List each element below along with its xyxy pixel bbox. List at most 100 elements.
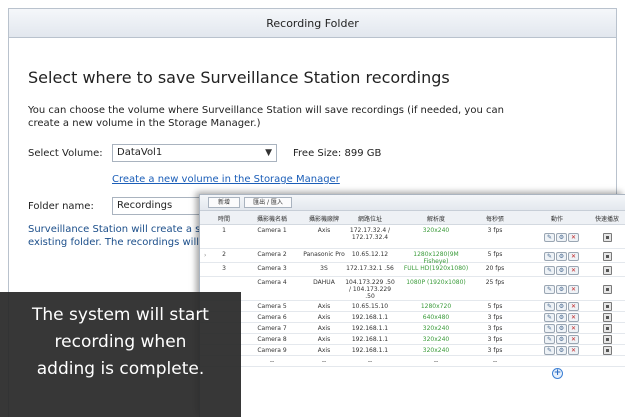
table-cell-name: Camera 9 — [257, 347, 287, 354]
volume-select[interactable]: DataVol1 ▼ — [112, 144, 277, 162]
table-row[interactable]: Camera 5 Axis 10.65.15.10 1280x720 5 fps ✎ ⚙ ✕ — [200, 301, 625, 312]
settings-icon[interactable]: ⚙ — [556, 232, 567, 242]
table-row[interactable]: Camera 6 Axis 192.168.1.1 640x480 3 fps ✎ ⚙ ✕ — [200, 312, 625, 323]
delete-icon[interactable]: ✕ — [568, 313, 579, 322]
table-cell-fps: 3 fps — [487, 336, 503, 343]
table-cell-brand: Axis — [317, 347, 331, 354]
table-cell-fps: 3 fps — [487, 314, 503, 321]
table-row[interactable]: 1 Camera 1 Axis 172.17.32.4 / 172.17.32.4 32… — [200, 225, 625, 249]
quick-play-icon[interactable] — [603, 346, 612, 355]
edit-icon[interactable]: ✎ — [544, 251, 555, 261]
table-cell-brand: Axis — [317, 314, 331, 321]
edit-icon[interactable]: ✎ — [544, 302, 555, 311]
table-cell-name: Camera 7 — [257, 325, 287, 332]
settings-icon[interactable]: ⚙ — [556, 335, 567, 344]
caption-overlay: The system will start recording when add… — [0, 292, 241, 417]
table-cell-brand: DAHUA — [313, 279, 335, 286]
delete-icon[interactable]: ✕ — [568, 284, 579, 294]
table-cell-name: Camera 8 — [257, 336, 287, 343]
table-cell-id: 1 — [222, 227, 226, 234]
add-button[interactable]: 新增 — [208, 197, 240, 208]
delete-icon[interactable]: ✕ — [568, 346, 579, 355]
add-row-icon[interactable]: + — [552, 368, 563, 379]
edit-icon[interactable]: ✎ — [544, 232, 555, 242]
edit-icon[interactable]: ✎ — [544, 335, 555, 344]
delete-icon[interactable]: ✕ — [568, 251, 579, 261]
edit-icon[interactable]: ✎ — [544, 324, 555, 333]
quick-play-icon[interactable] — [603, 313, 612, 322]
table-cell-name: Camera 5 — [257, 303, 287, 310]
quick-play-icon[interactable] — [603, 324, 612, 333]
info-note-line: existing folder. The recordings will be — [28, 237, 203, 248]
column-header[interactable]: 攝影機廠牌 — [299, 214, 349, 223]
table-cell-res: FULL HD(1920x1080) — [403, 265, 469, 272]
table-cell-name: Camera 1 — [257, 227, 287, 234]
dialog-title: Recording Folder — [9, 9, 616, 38]
table-cell-res: 1080P (1920x1080) — [406, 279, 466, 286]
column-header[interactable]: 每秒張 — [470, 214, 520, 223]
settings-icon[interactable]: ⚙ — [556, 284, 567, 294]
quick-play-icon[interactable] — [603, 265, 612, 275]
column-header[interactable]: 快速播放 — [582, 214, 625, 223]
table-cell-id: 3 — [222, 265, 226, 272]
table-cell-brand: Axis — [317, 336, 331, 343]
edit-icon[interactable]: ✎ — [544, 346, 555, 355]
delete-icon[interactable]: ✕ — [568, 232, 579, 242]
folder-name-label: Folder name: — [28, 201, 94, 212]
quick-play-icon[interactable] — [603, 251, 612, 261]
table-cell-res: 320x240 — [422, 336, 450, 343]
row-actions: ✎ ⚙ ✕ — [544, 335, 579, 344]
info-note-line: Surveillance Station will create a sha — [28, 224, 203, 235]
settings-icon[interactable]: ⚙ — [556, 346, 567, 355]
table-row[interactable]: › 2 Camera 2 Panasonic Pro 10.65.12.12 1280x1… — [200, 249, 625, 265]
list-toolbar: 新增 匯出 / 匯入 — [200, 195, 625, 211]
table-cell-brand: -- — [321, 358, 327, 365]
delete-icon[interactable]: ✕ — [568, 335, 579, 344]
quick-play-icon[interactable] — [603, 335, 612, 344]
table-cell-fps: 5 fps — [487, 251, 503, 258]
quick-play-icon[interactable] — [603, 284, 612, 294]
column-header[interactable]: 時間 — [199, 214, 249, 223]
table-cell-fps: 20 fps — [485, 265, 505, 272]
delete-icon[interactable]: ✕ — [568, 324, 579, 333]
settings-icon[interactable]: ⚙ — [556, 251, 567, 261]
table-row[interactable]: Camera 9 Axis 192.168.1.1 320x240 3 fps ✎ ⚙ ✕ — [200, 345, 625, 356]
create-volume-link[interactable]: Create a new volume in the Storage Manag… — [112, 174, 340, 185]
edit-icon[interactable]: ✎ — [544, 284, 555, 294]
row-actions: ✎ ⚙ ✕ — [544, 232, 579, 242]
table-cell-ip: 192.168.1.1 — [351, 336, 389, 343]
settings-icon[interactable]: ⚙ — [556, 265, 567, 275]
settings-icon[interactable]: ⚙ — [556, 313, 567, 322]
table-row[interactable]: Camera 7 Axis 192.168.1.1 320x240 3 fps ✎ ⚙ ✕ — [200, 323, 625, 334]
settings-icon[interactable]: ⚙ — [556, 302, 567, 311]
table-cell-brand: Panasonic Pro — [303, 251, 345, 258]
edit-icon[interactable]: ✎ — [544, 265, 555, 275]
delete-icon[interactable]: ✕ — [568, 265, 579, 275]
quick-play-icon[interactable] — [603, 302, 612, 311]
edit-icon[interactable]: ✎ — [544, 313, 555, 322]
table-cell-fps: 3 fps — [487, 325, 503, 332]
table-row[interactable]: 3 Camera 3 3S 172.17.32.1 .56 FULL HD(1920x1… — [200, 263, 625, 277]
table-row[interactable]: -- -- -- -- -- + — [200, 356, 625, 379]
delete-icon[interactable]: ✕ — [568, 302, 579, 311]
import-export-button[interactable]: 匯出 / 匯入 — [244, 197, 292, 208]
column-header[interactable]: 解析度 — [411, 214, 461, 223]
table-cell-brand: Axis — [317, 303, 331, 310]
column-header[interactable]: 網路位址 — [345, 214, 395, 223]
table-row[interactable]: Camera 8 Axis 192.168.1.1 320x240 3 fps ✎ ⚙ ✕ — [200, 334, 625, 345]
column-header[interactable]: 動作 — [532, 214, 582, 223]
camera-list-window: 新增 匯出 / 匯入 時間 攝影機名稱 攝影機廠牌 網路位址 解析度 每秒張 動作 快速播放 … — [199, 194, 625, 417]
table-cell-id: 2 — [222, 251, 226, 258]
folder-name-value: Recordings — [117, 200, 173, 211]
table-cell-ip: 10.65.12.12 — [351, 251, 389, 258]
row-actions: ✎ ⚙ ✕ — [544, 251, 579, 261]
settings-icon[interactable]: ⚙ — [556, 324, 567, 333]
quick-play-icon[interactable] — [603, 232, 612, 242]
table-cell-brand: 3S — [320, 265, 328, 272]
row-expand-icon[interactable]: › — [204, 252, 206, 259]
column-header[interactable]: 攝影機名稱 — [247, 214, 297, 223]
table-cell-ip: 192.168.1.1 — [351, 347, 389, 354]
table-row[interactable]: Camera 4 DAHUA 104.173.229 .50 / 104.173.2… — [200, 277, 625, 301]
table-cell-res: 1280x720 — [420, 303, 452, 310]
table-cell-ip: 172.17.32.1 .56 — [346, 265, 394, 272]
